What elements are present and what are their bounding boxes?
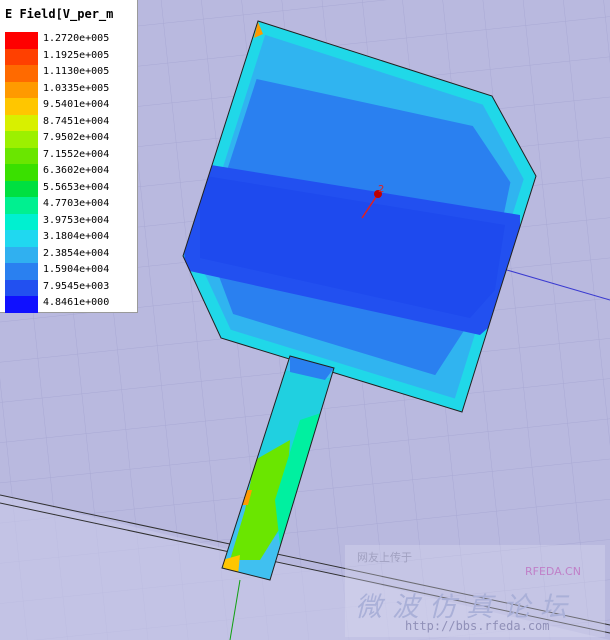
- legend-row: 4.8461e+000: [5, 296, 135, 313]
- legend-row: 3.1804e+004: [5, 230, 135, 247]
- legend-swatch: [5, 147, 38, 164]
- legend-value: 1.1925e+005: [43, 49, 110, 61]
- legend-value: 4.7703e+004: [43, 198, 110, 209]
- legend-row: 1.2720e+005: [5, 32, 135, 49]
- legend-swatch: [5, 131, 38, 148]
- legend-value: 5.5653e+004: [43, 181, 110, 193]
- legend-title: E Field[V_per_m: [5, 7, 114, 21]
- legend-value: 3.9753e+004: [43, 214, 110, 226]
- legend-swatch: [5, 98, 38, 115]
- legend-swatch: [5, 213, 38, 230]
- forum-watermark: 网友上传于 RFEDA.CN 微波仿真论坛 http://bbs.rfeda.c…: [345, 545, 605, 637]
- legend-swatch: [5, 32, 38, 49]
- legend-swatch: [5, 164, 38, 181]
- legend-row: 1.5904e+004: [5, 263, 135, 280]
- legend-row: 1.1925e+005: [5, 48, 135, 65]
- legend-value: 9.5401e+004: [43, 99, 110, 110]
- legend-value: 1.0335e+005: [43, 82, 110, 94]
- legend-swatch: [5, 230, 38, 247]
- legend-value: 4.8461e+000: [43, 297, 110, 308]
- legend-row: 1.0335e+005: [5, 81, 135, 98]
- legend-row: 6.3602e+004: [5, 164, 135, 181]
- legend-row: 1.1130e+005: [5, 65, 135, 82]
- legend-value: 1.2720e+005: [43, 33, 110, 44]
- legend-row: 5.5653e+004: [5, 180, 135, 197]
- legend-swatch: [5, 65, 38, 82]
- legend-value: 7.9545e+003: [43, 280, 110, 292]
- legend-swatch: [5, 279, 38, 296]
- legend-swatch: [5, 114, 38, 131]
- legend-value: 8.7451e+004: [43, 115, 110, 127]
- legend-value: 7.9502e+004: [43, 132, 110, 143]
- legend-value: 1.5904e+004: [43, 264, 110, 275]
- legend-row: 9.5401e+004: [5, 98, 135, 115]
- legend-value: 7.1552e+004: [43, 148, 110, 160]
- legend-row: 8.7451e+004: [5, 114, 135, 131]
- legend-row: 4.7703e+004: [5, 197, 135, 214]
- legend-row: 7.1552e+004: [5, 147, 135, 164]
- legend-row: 2.3854e+004: [5, 246, 135, 263]
- legend-value: 3.1804e+004: [43, 231, 110, 242]
- port-marker-label: 2: [378, 184, 384, 195]
- legend-swatch: [5, 197, 38, 214]
- legend-swatch: [5, 296, 38, 313]
- legend-row: 7.9545e+003: [5, 279, 135, 296]
- legend-swatch: [5, 246, 38, 263]
- legend-row: 7.9502e+004: [5, 131, 135, 148]
- legend-swatch: [5, 180, 38, 197]
- legend-row: 3.9753e+004: [5, 213, 135, 230]
- watermark-brand: RFEDA.CN: [525, 565, 581, 578]
- legend-swatch: [5, 263, 38, 280]
- legend-value: 1.1130e+005: [43, 66, 110, 77]
- legend-swatch: [5, 81, 38, 98]
- legend-value: 6.3602e+004: [43, 165, 110, 176]
- legend-value: 2.3854e+004: [43, 247, 110, 259]
- field-legend: E Field[V_per_m 1.2720e+005 1.1925e+005 1.…: [0, 0, 138, 313]
- legend-swatch: [5, 48, 38, 65]
- watermark-top-text: 网友上传于: [357, 551, 412, 564]
- watermark-url: http://bbs.rfeda.com: [405, 619, 550, 633]
